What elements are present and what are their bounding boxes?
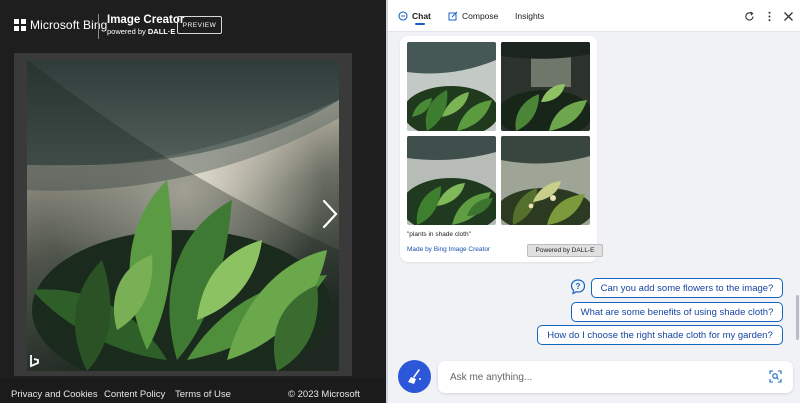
- brand-name[interactable]: Microsoft Bing: [30, 18, 107, 32]
- refresh-icon[interactable]: [744, 11, 755, 22]
- compose-icon: [448, 11, 458, 21]
- next-image-chevron-icon[interactable]: [318, 198, 342, 230]
- generated-image-thumb-4[interactable]: [501, 136, 590, 225]
- broom-icon: [407, 368, 421, 384]
- visual-search-icon[interactable]: [769, 370, 782, 383]
- image-creator-pane: Microsoft Bing Image Creator powered by …: [0, 0, 386, 403]
- ask-box[interactable]: [438, 361, 793, 393]
- powered-by-badge[interactable]: Powered by DALL-E: [527, 244, 603, 257]
- image-prompt-text: "plants in shade cloth": [407, 231, 471, 238]
- bing-watermark-icon: [30, 355, 39, 368]
- generated-image-large[interactable]: [27, 60, 339, 371]
- suggestions-help-icon[interactable]: ?: [570, 279, 586, 295]
- footer: Privacy and Cookies Content Policy Terms…: [0, 378, 386, 403]
- generated-image-thumb-3[interactable]: [407, 136, 496, 225]
- terms-link[interactable]: Terms of Use: [175, 389, 231, 400]
- top-bar: Microsoft Bing Image Creator powered by …: [0, 0, 386, 52]
- active-tab-indicator: [415, 23, 425, 25]
- new-topic-button[interactable]: [398, 360, 431, 393]
- tab-insights[interactable]: Insights: [515, 11, 544, 21]
- microsoft-logo-icon[interactable]: [14, 19, 26, 31]
- powered-by-model: DALL·E: [147, 27, 176, 36]
- tab-compose-label: Compose: [462, 11, 499, 21]
- made-by-link[interactable]: Made by Bing Image Creator: [407, 246, 490, 253]
- more-options-icon[interactable]: [764, 11, 775, 22]
- generated-image-thumb-2[interactable]: [501, 42, 590, 131]
- suggestion-button-1[interactable]: Can you add some flowers to the image?: [591, 278, 783, 298]
- chat-icon: [398, 11, 408, 21]
- tab-chat-label: Chat: [412, 11, 431, 21]
- chat-scrollbar[interactable]: [796, 295, 799, 340]
- powered-by-text: powered by DALL·E: [107, 27, 176, 36]
- generated-image-thumb-1[interactable]: [407, 42, 496, 131]
- header-divider: [98, 14, 99, 39]
- image-result-card: "plants in shade cloth" Made by Bing Ima…: [400, 36, 603, 262]
- product-title[interactable]: Image Creator: [107, 14, 184, 26]
- suggestion-button-3[interactable]: How do I choose the right shade cloth fo…: [537, 325, 783, 345]
- preview-badge[interactable]: PREVIEW: [177, 16, 222, 34]
- svg-text:?: ?: [576, 282, 581, 291]
- close-icon[interactable]: [783, 11, 794, 22]
- chat-sidebar: Chat Compose Insights "plants in shade c…: [386, 0, 800, 403]
- suggestion-button-2[interactable]: What are some benefits of using shade cl…: [571, 302, 783, 322]
- tab-compose[interactable]: Compose: [448, 11, 498, 21]
- tab-insights-label: Insights: [515, 11, 545, 21]
- copyright-text: © 2023 Microsoft: [288, 389, 360, 400]
- sidebar-tab-bar: Chat Compose Insights: [388, 0, 800, 32]
- ask-input[interactable]: [450, 370, 750, 384]
- tab-chat[interactable]: Chat: [398, 11, 431, 21]
- privacy-link[interactable]: Privacy and Cookies: [11, 389, 98, 400]
- content-policy-link[interactable]: Content Policy: [104, 389, 165, 400]
